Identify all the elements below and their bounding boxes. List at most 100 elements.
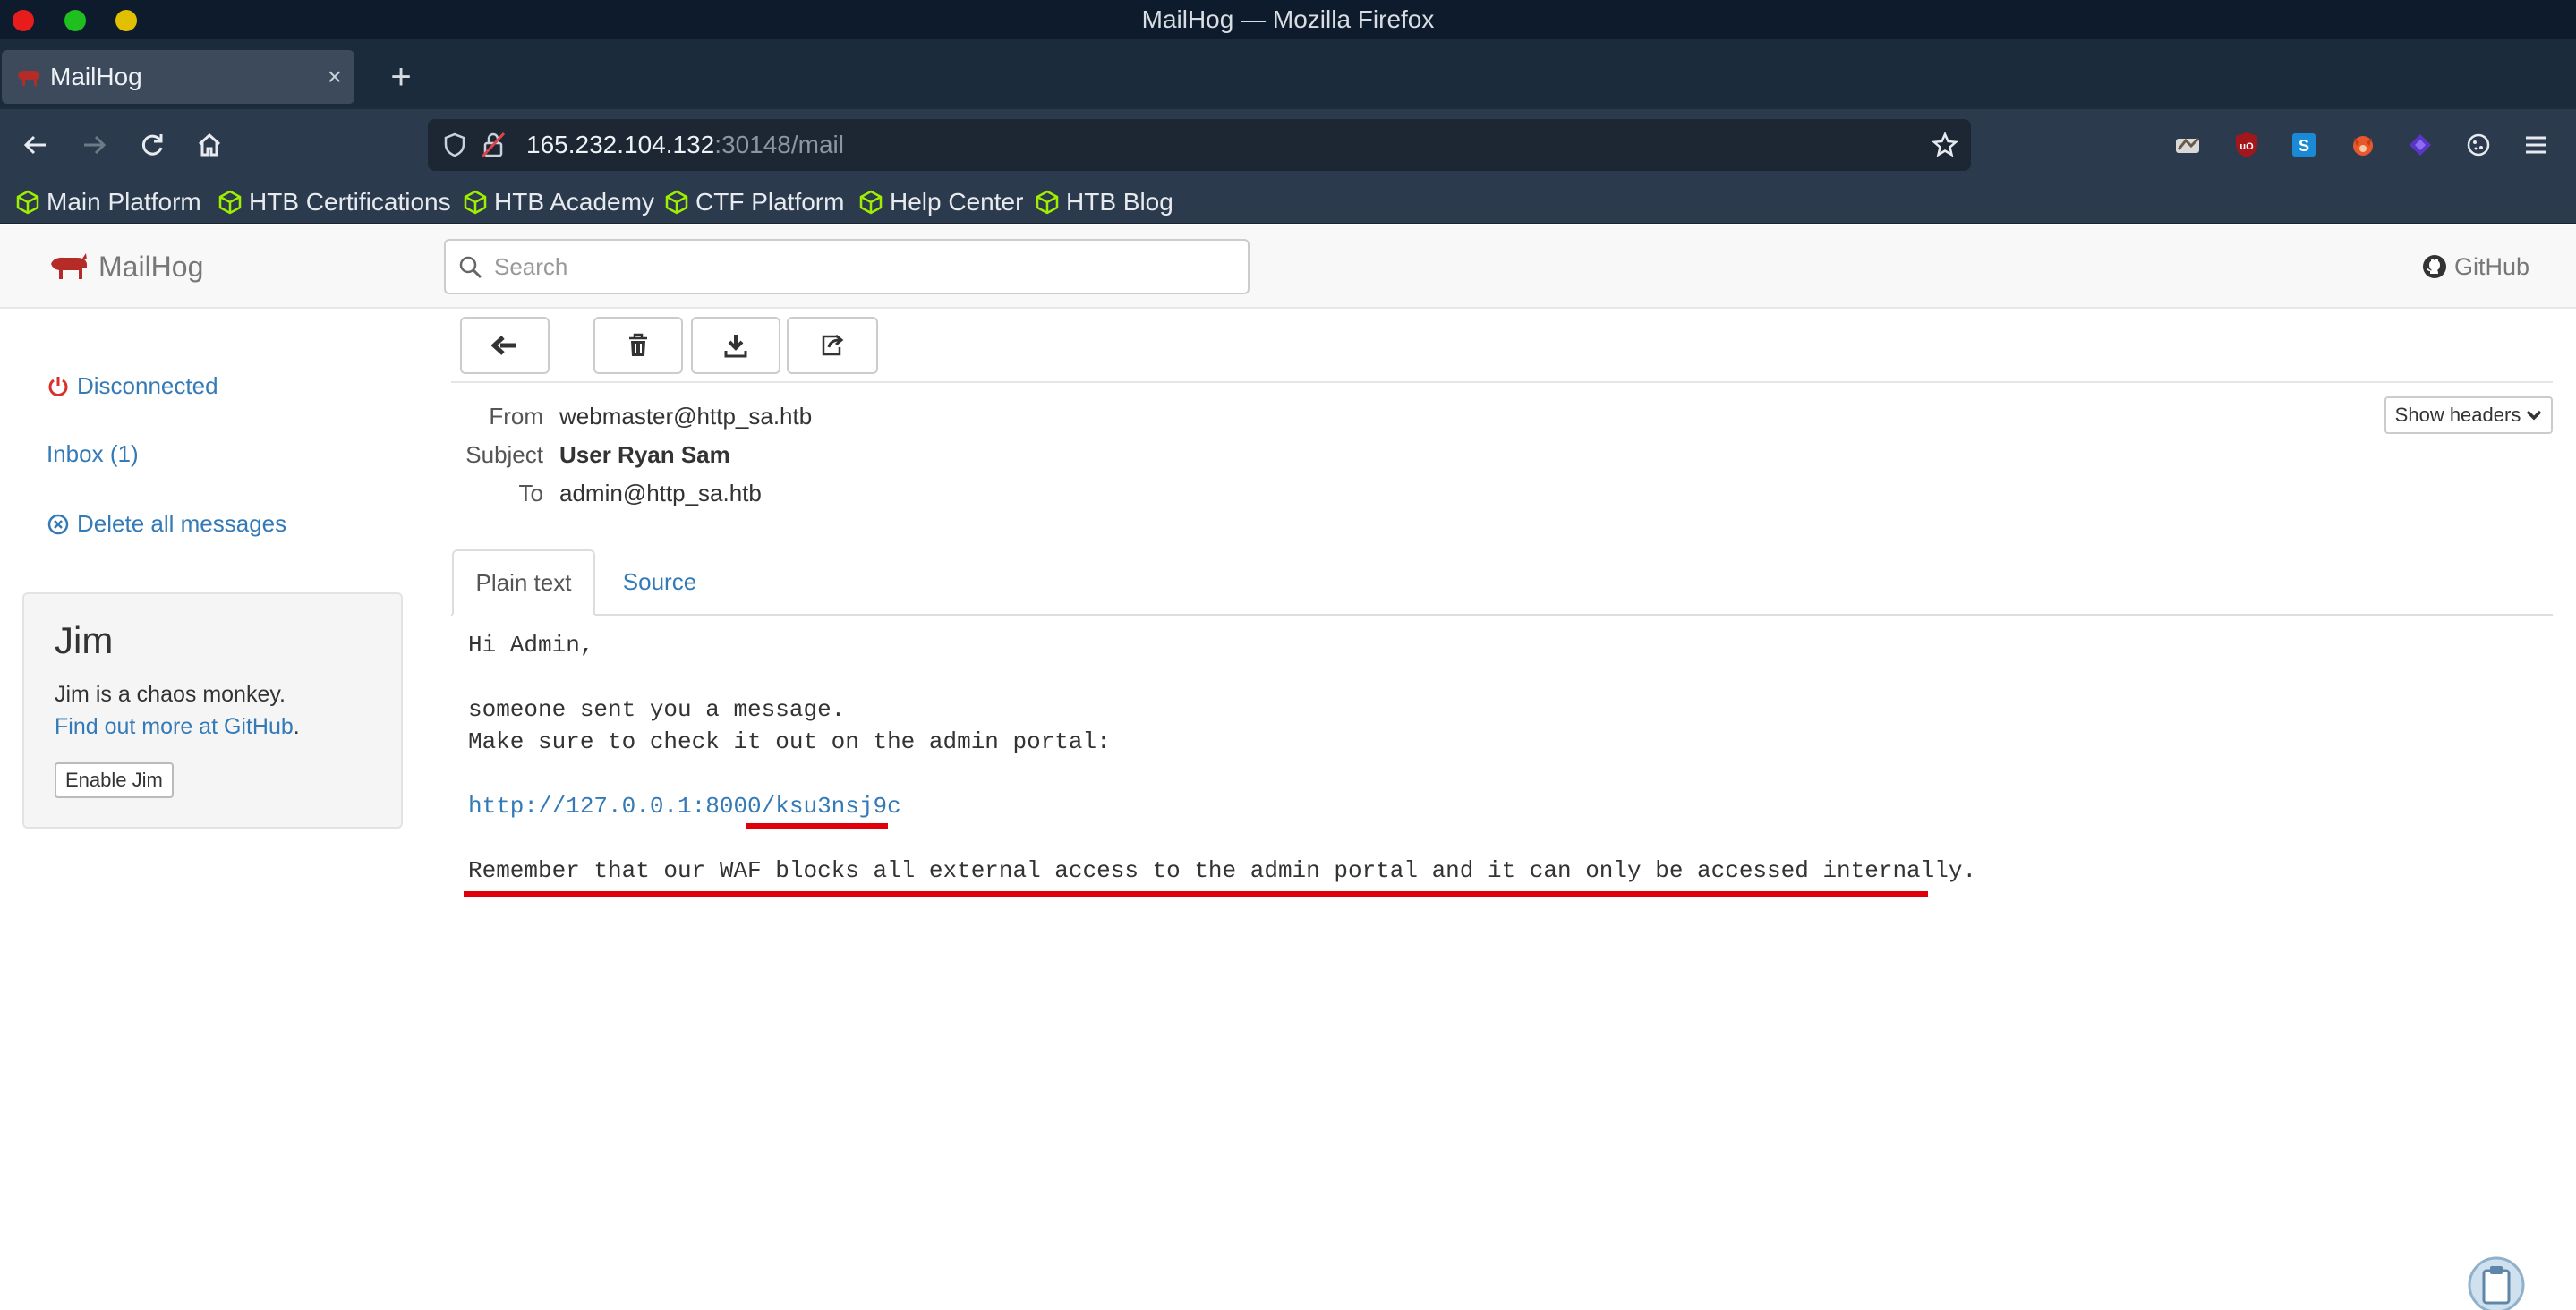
search-box[interactable] <box>444 239 1250 294</box>
bookmark-htb-certifications[interactable]: HTB Certifications <box>218 181 451 224</box>
subject-value: User Ryan Sam <box>559 441 730 468</box>
jim-github-link-row: Find out more at GitHub. <box>55 714 300 740</box>
bookmark-label: CTF Platform <box>695 188 845 216</box>
trash-icon <box>629 333 647 356</box>
hamburger-menu-icon <box>2526 136 2546 154</box>
foxyproxy-button[interactable] <box>2342 124 2384 166</box>
waf-annotation-underline <box>464 891 1928 897</box>
bookmark-htb-academy[interactable]: HTB Academy <box>464 181 654 224</box>
jim-panel: Jim Jim is a chaos monkey. Find out more… <box>22 592 403 829</box>
forward-button[interactable] <box>67 118 121 172</box>
extension-icon <box>2176 137 2200 153</box>
inbox-label: Inbox (1) <box>47 440 139 467</box>
url-host: 165.232.104.132 <box>526 131 715 158</box>
menu-button[interactable] <box>2515 124 2556 166</box>
bookmark-label: HTB Academy <box>494 188 654 216</box>
search-input[interactable] <box>494 241 1228 293</box>
diamond-icon <box>2410 134 2431 156</box>
tab-close-icon[interactable]: × <box>328 50 342 104</box>
wappalyzer-button[interactable] <box>2400 124 2441 166</box>
clipboard-icon[interactable] <box>2468 1256 2525 1310</box>
extension-button[interactable] <box>2168 124 2209 166</box>
window-title: MailHog — Mozilla Firefox <box>1141 5 1435 33</box>
bookmark-ctf-platform[interactable]: CTF Platform <box>665 181 844 224</box>
cookie-icon <box>2467 133 2490 157</box>
close-circle-icon <box>47 514 69 534</box>
bookmark-label: HTB Certifications <box>249 188 451 216</box>
htb-cube-icon <box>1036 190 1059 215</box>
github-label: GitHub <box>2453 252 2529 280</box>
s-extension-button[interactable]: S <box>2283 124 2324 166</box>
delete-message-button[interactable] <box>593 317 683 374</box>
admin-portal-link[interactable]: http://127.0.0.1:8000/ksu3nsj9c <box>468 793 901 820</box>
fox-icon <box>2353 136 2373 156</box>
back-button[interactable] <box>9 118 63 172</box>
mailhog-pig-icon <box>51 253 87 279</box>
htb-cube-icon <box>218 190 242 215</box>
show-headers-button[interactable]: Show headers <box>2384 396 2553 434</box>
insecure-lock-icon[interactable] <box>480 131 507 159</box>
htb-cube-icon <box>665 190 688 215</box>
sidebar-item-inbox[interactable]: Inbox (1) <box>47 440 139 468</box>
cookie-extension-button[interactable] <box>2458 124 2499 166</box>
share-icon <box>822 334 844 356</box>
tabs-baseline <box>451 614 2553 616</box>
reload-icon <box>141 134 163 156</box>
tab-plain-label: Plain text <box>475 568 572 596</box>
github-link[interactable]: GitHub <box>2422 225 2529 309</box>
browser-tab-mailhog[interactable]: MailHog × <box>2 50 354 104</box>
home-button[interactable] <box>183 118 236 172</box>
htb-cube-icon <box>16 190 39 215</box>
reload-button[interactable] <box>125 118 179 172</box>
arrow-left-icon <box>23 135 46 155</box>
body-line-2: Make sure to check it out on the admin p… <box>468 728 1111 755</box>
window-titlebar: MailHog — Mozilla Firefox <box>0 0 2576 39</box>
enable-jim-button[interactable]: Enable Jim <box>55 762 174 798</box>
navigation-toolbar: 165.232.104.132:30148/mail uO S <box>0 109 2576 181</box>
mailhog-brand-link[interactable]: MailHog <box>48 225 203 309</box>
release-message-button[interactable] <box>787 317 878 374</box>
download-icon <box>724 335 747 358</box>
bookmark-main-platform[interactable]: Main Platform <box>16 181 201 224</box>
bookmark-label: Help Center <box>890 188 1024 216</box>
htb-cube-icon <box>464 190 487 215</box>
body-line-1: someone sent you a message. <box>468 696 846 723</box>
new-tab-button[interactable]: + <box>376 50 426 104</box>
show-headers-label: Show headers <box>2394 404 2521 426</box>
connection-status: Disconnected <box>47 372 218 400</box>
mailhog-pig-icon <box>18 70 39 86</box>
bookmark-htb-blog[interactable]: HTB Blog <box>1036 181 1173 224</box>
search-icon <box>459 256 482 279</box>
tab-source[interactable]: Source <box>601 549 718 614</box>
url-text[interactable]: 165.232.104.132:30148/mail <box>526 119 844 171</box>
shield-icon[interactable] <box>442 132 467 157</box>
delete-all-label: Delete all messages <box>77 510 287 537</box>
chevron-down-icon <box>2527 410 2542 421</box>
toolbar-divider <box>451 381 2553 383</box>
jim-github-link[interactable]: Find out more at GitHub <box>55 714 294 739</box>
mailhog-brand: MailHog <box>98 250 204 283</box>
delete-all-messages-link[interactable]: Delete all messages <box>47 510 286 538</box>
home-icon <box>198 132 221 157</box>
url-path: :30148/mail <box>714 131 844 158</box>
bookmark-star-icon[interactable] <box>1932 132 1958 158</box>
tab-source-label: Source <box>622 567 697 595</box>
ublock-origin-icon: uO <box>2236 132 2257 157</box>
svg-text:uO: uO <box>2239 141 2254 152</box>
bookmark-help-center[interactable]: Help Center <box>859 181 1023 224</box>
jim-link-suffix: . <box>293 714 300 739</box>
address-bar[interactable]: 165.232.104.132:30148/mail <box>428 119 1971 171</box>
tab-plain-text[interactable]: Plain text <box>452 549 595 616</box>
tab-title: MailHog <box>50 63 142 90</box>
arrow-right-icon <box>84 135 107 155</box>
download-message-button[interactable] <box>691 317 780 374</box>
s-letter-icon: S <box>2292 133 2316 157</box>
power-icon <box>48 376 68 396</box>
jim-title: Jim <box>55 619 114 661</box>
body-line-3: Remember that our WAF blocks all externa… <box>468 857 1977 884</box>
ublock-origin-button[interactable]: uO <box>2226 124 2267 166</box>
back-to-inbox-button[interactable] <box>460 317 550 374</box>
arrow-left-icon <box>491 336 516 355</box>
mailhog-navbar: MailHog GitHub <box>0 225 2576 309</box>
subject-label: Subject <box>465 441 543 468</box>
